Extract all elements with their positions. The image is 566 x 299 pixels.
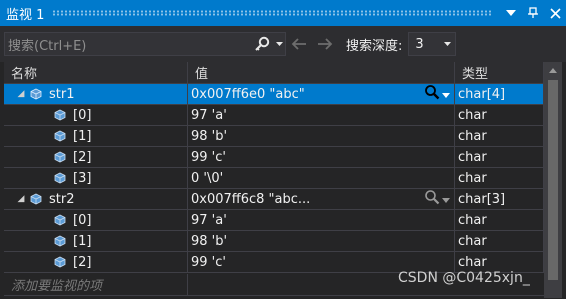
variable-name: [1] <box>73 233 92 249</box>
variable-cube-icon <box>28 193 44 205</box>
name-cell: [2] <box>4 147 188 167</box>
value-cell[interactable]: 99 'c' <box>188 147 455 167</box>
variable-cube-icon <box>52 172 68 184</box>
scrollbar-thumb[interactable] <box>548 80 558 280</box>
watch-row[interactable]: [2] 99 'c' char <box>4 147 544 168</box>
type-cell: char <box>455 252 544 272</box>
watch-row[interactable]: ◢ str2 0x007ff6c8 "abc... char[3] <box>4 189 544 210</box>
name-cell: [1] <box>4 126 188 146</box>
watch-row[interactable]: [0] 97 'a' char <box>4 210 544 231</box>
value-cell[interactable]: 98 'b' <box>188 126 455 146</box>
type-cell: char <box>455 168 544 188</box>
watch-grid: 名称 值 类型 ◢ str1 0x007ff6e0 "abc" char[4] <box>4 62 544 298</box>
name-cell: [3] <box>4 168 188 188</box>
name-cell: ◢ str2 <box>4 189 188 209</box>
variable-cube-icon <box>52 214 68 226</box>
search-options-chevron-icon[interactable] <box>273 42 285 46</box>
magnifier-icon[interactable] <box>424 189 440 209</box>
watch-row[interactable]: [1] 98 'b' char <box>4 126 544 147</box>
variable-name: [0] <box>73 212 92 228</box>
value-cell[interactable]: 98 'b' <box>188 231 455 251</box>
visualizer-dropdown-chevron-icon[interactable] <box>442 192 450 207</box>
variable-name: str2 <box>49 191 75 207</box>
search-input[interactable]: 搜索(Ctrl+E) <box>4 32 286 56</box>
variable-cube-icon <box>52 130 68 142</box>
variable-value: 0x007ff6e0 "abc" <box>191 86 305 102</box>
type-cell: char <box>455 231 544 251</box>
name-cell: ◢ str1 <box>4 84 188 104</box>
watch-row[interactable]: [1] 98 'b' char <box>4 231 544 252</box>
value-cell[interactable]: 0 '\0' <box>188 168 455 188</box>
column-header-type[interactable]: 类型 <box>455 62 544 84</box>
type-cell: char <box>455 210 544 230</box>
watermark: CSDN @C0425xjn_ <box>398 270 530 286</box>
watch-row[interactable]: [3] 0 '\0' char <box>4 168 544 189</box>
pin-icon[interactable] <box>522 2 544 24</box>
watch-row[interactable]: [0] 97 'a' char <box>4 105 544 126</box>
column-header-value[interactable]: 值 <box>188 62 455 84</box>
visualizer-dropdown-chevron-icon[interactable] <box>442 87 450 102</box>
watch-window-titlebar: 监视 1 <box>0 0 566 26</box>
expanded-triangle-icon[interactable]: ◢ <box>14 194 28 204</box>
value-cell[interactable]: 99 'c' <box>188 252 455 272</box>
search-placeholder: 搜索(Ctrl+E) <box>8 38 87 54</box>
variable-name: [3] <box>73 170 92 186</box>
vertical-scrollbar[interactable] <box>544 62 562 298</box>
magnifier-icon[interactable] <box>424 84 440 104</box>
search-depth-select[interactable]: 3 <box>408 32 457 56</box>
close-icon[interactable] <box>544 2 566 24</box>
type-cell: char <box>455 147 544 167</box>
name-cell: [2] <box>4 252 188 272</box>
column-header-name[interactable]: 名称 <box>4 62 188 84</box>
variable-name: [2] <box>73 254 92 270</box>
value-cell[interactable]: 0x007ff6c8 "abc... <box>188 189 455 209</box>
titlebar-grip[interactable] <box>52 10 492 16</box>
add-watch-placeholder: 添加要监视的项 <box>4 273 188 296</box>
variable-name: str1 <box>49 86 75 102</box>
search-key-icon[interactable] <box>251 36 273 52</box>
type-cell: char <box>455 126 544 146</box>
window-menu-dropdown-icon[interactable] <box>500 2 522 24</box>
value-cell[interactable]: 97 'a' <box>188 210 455 230</box>
variable-cube-icon <box>52 256 68 268</box>
watch-row[interactable]: ◢ str1 0x007ff6e0 "abc" char[4] <box>4 84 544 105</box>
variable-cube-icon <box>52 109 68 121</box>
value-cell[interactable]: 0x007ff6e0 "abc" <box>188 84 455 104</box>
chevron-down-icon[interactable] <box>439 42 455 46</box>
variable-name: [0] <box>73 107 92 123</box>
type-cell: char[3] <box>455 189 544 209</box>
type-cell: char[4] <box>455 84 544 104</box>
name-cell: [0] <box>4 210 188 230</box>
variable-value: 0x007ff6c8 "abc... <box>191 191 311 207</box>
window-title: 监视 1 <box>6 7 45 23</box>
variable-name: [1] <box>73 128 92 144</box>
variable-cube-icon <box>52 151 68 163</box>
name-cell: [0] <box>4 105 188 125</box>
search-depth-value: 3 <box>415 36 424 52</box>
variable-cube-icon <box>52 235 68 247</box>
search-previous-arrow-icon[interactable] <box>286 32 312 56</box>
scroll-up-arrow-icon[interactable] <box>544 62 562 78</box>
search-next-arrow-icon[interactable] <box>312 32 338 56</box>
expanded-triangle-icon[interactable]: ◢ <box>14 89 28 99</box>
name-cell: [1] <box>4 231 188 251</box>
variable-cube-icon <box>28 88 44 100</box>
type-cell: char <box>455 105 544 125</box>
search-toolbar: 搜索(Ctrl+E) 搜索深度: 3 <box>0 26 566 62</box>
search-depth-label: 搜索深度: <box>346 38 403 54</box>
variable-name: [2] <box>73 149 92 165</box>
value-cell[interactable]: 97 'a' <box>188 105 455 125</box>
